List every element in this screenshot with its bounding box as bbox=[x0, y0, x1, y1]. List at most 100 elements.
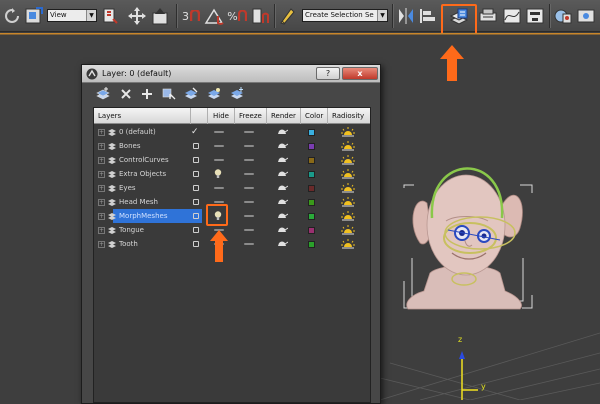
hide-toggle[interactable] bbox=[214, 139, 224, 153]
select-and-move-icon[interactable] bbox=[127, 6, 147, 26]
active-layer-checkmark[interactable]: ✓ bbox=[191, 125, 199, 139]
layer-name[interactable]: MorphMeshes bbox=[119, 209, 167, 223]
dialog-titlebar[interactable]: Layer: 0 (default) ? x bbox=[82, 65, 380, 83]
layer-name[interactable]: Tooth bbox=[119, 237, 138, 251]
freeze-toggle[interactable] bbox=[244, 125, 254, 139]
freeze-toggle[interactable] bbox=[244, 139, 254, 153]
hide-lightbulb-icon[interactable] bbox=[214, 167, 222, 181]
render-teapot-icon[interactable] bbox=[277, 223, 288, 237]
layer-name[interactable]: Tongue bbox=[119, 223, 144, 237]
layer-row[interactable]: + Tongue bbox=[94, 223, 370, 237]
layer-name[interactable]: Extra Objects bbox=[119, 167, 166, 181]
layer-name[interactable]: Bones bbox=[119, 139, 140, 153]
hide-toggle[interactable] bbox=[214, 153, 224, 167]
layer-row[interactable]: + Bones bbox=[94, 139, 370, 153]
schematic-view-icon[interactable] bbox=[525, 6, 545, 26]
layer-row[interactable]: + Tooth bbox=[94, 237, 370, 251]
active-layer-checkbox[interactable] bbox=[193, 143, 199, 149]
select-objects-in-layer-icon[interactable] bbox=[162, 87, 176, 101]
active-layer-checkbox[interactable] bbox=[193, 199, 199, 205]
render-teapot-icon[interactable] bbox=[277, 209, 288, 223]
radiosity-sun-icon[interactable] bbox=[341, 209, 355, 223]
render-teapot-icon[interactable] bbox=[277, 195, 288, 209]
snaps-toggle-icon[interactable]: 3 bbox=[180, 6, 202, 26]
layer-color-swatch[interactable] bbox=[308, 198, 315, 206]
render-teapot-icon[interactable] bbox=[277, 153, 288, 167]
layer-color-swatch[interactable] bbox=[308, 170, 315, 178]
freeze-toggle[interactable] bbox=[244, 195, 254, 209]
layer-row[interactable]: + Head Mesh bbox=[94, 195, 370, 209]
active-layer-checkbox[interactable] bbox=[193, 185, 199, 191]
freeze-toggle[interactable] bbox=[244, 153, 254, 167]
render-frame-icon[interactable] bbox=[576, 6, 596, 26]
column-header-freeze[interactable]: Freeze bbox=[234, 108, 262, 124]
expand-toggle[interactable]: + bbox=[98, 128, 105, 136]
align-icon[interactable] bbox=[418, 6, 438, 26]
close-button[interactable]: x bbox=[342, 67, 378, 80]
render-teapot-icon[interactable] bbox=[277, 237, 288, 251]
layer-color-swatch[interactable] bbox=[308, 212, 315, 220]
radiosity-sun-icon[interactable] bbox=[341, 153, 355, 167]
layer-row[interactable]: + ControlCurves bbox=[94, 153, 370, 167]
layer-name[interactable]: 0 (default) bbox=[119, 125, 156, 139]
hide-toggle[interactable] bbox=[214, 181, 224, 195]
layer-row[interactable]: + Eyes bbox=[94, 181, 370, 195]
freeze-toggle[interactable] bbox=[244, 181, 254, 195]
percent-snap-icon[interactable]: % bbox=[226, 6, 248, 26]
freeze-toggle[interactable] bbox=[244, 167, 254, 181]
layer-color-swatch[interactable] bbox=[308, 128, 315, 136]
layer-color-swatch[interactable] bbox=[308, 226, 315, 234]
radiosity-sun-icon[interactable] bbox=[341, 167, 355, 181]
column-header-radiosity[interactable]: Radiosity bbox=[327, 108, 364, 124]
layer-name[interactable]: ControlCurves bbox=[119, 153, 169, 167]
radiosity-sun-icon[interactable] bbox=[341, 139, 355, 153]
layer-row[interactable]: + 0 (default) ✓ bbox=[94, 125, 370, 139]
expand-toggle[interactable]: + bbox=[98, 142, 105, 150]
layer-color-swatch[interactable] bbox=[308, 184, 315, 192]
expand-toggle[interactable]: + bbox=[98, 184, 105, 192]
column-header-layers[interactable]: Layers bbox=[98, 108, 121, 124]
radiosity-sun-icon[interactable] bbox=[341, 237, 355, 251]
create-new-layer-icon[interactable] bbox=[96, 87, 110, 101]
radiosity-sun-icon[interactable] bbox=[341, 195, 355, 209]
named-selection-sets-dropdown[interactable]: Create Selection Se ▼ bbox=[302, 9, 388, 22]
expand-toggle[interactable]: + bbox=[98, 226, 105, 234]
column-header-hide[interactable]: Hide bbox=[207, 108, 229, 124]
active-layer-checkbox[interactable] bbox=[193, 171, 199, 177]
angle-snap-icon[interactable] bbox=[203, 6, 225, 26]
active-layer-checkbox[interactable] bbox=[193, 241, 199, 247]
active-layer-checkbox[interactable] bbox=[193, 213, 199, 219]
use-pivot-center-icon[interactable] bbox=[100, 6, 120, 26]
curve-editor-icon[interactable] bbox=[502, 6, 522, 26]
render-teapot-icon[interactable] bbox=[277, 139, 288, 153]
expand-toggle[interactable]: + bbox=[98, 212, 105, 220]
select-and-manipulate-icon[interactable] bbox=[150, 6, 170, 26]
radiosity-sun-icon[interactable] bbox=[341, 181, 355, 195]
layer-color-swatch[interactable] bbox=[308, 142, 315, 150]
freeze-toggle[interactable] bbox=[244, 237, 254, 251]
expand-toggle[interactable]: + bbox=[98, 170, 105, 178]
column-header-render[interactable]: Render bbox=[266, 108, 296, 124]
hide-unhide-all-icon[interactable] bbox=[207, 87, 221, 101]
help-button[interactable]: ? bbox=[316, 67, 340, 80]
edit-named-selection-icon[interactable] bbox=[278, 6, 298, 26]
render-setup-icon[interactable] bbox=[478, 6, 498, 26]
reference-coordinate-dropdown[interactable]: View ▼ bbox=[47, 9, 97, 22]
layer-name[interactable]: Eyes bbox=[119, 181, 136, 195]
radiosity-sun-icon[interactable] bbox=[341, 125, 355, 139]
layer-color-swatch[interactable] bbox=[308, 240, 315, 248]
expand-toggle[interactable]: + bbox=[98, 240, 105, 248]
active-layer-checkbox[interactable] bbox=[193, 157, 199, 163]
material-editor-icon[interactable] bbox=[553, 6, 573, 26]
active-layer-checkbox[interactable] bbox=[193, 227, 199, 233]
render-teapot-icon[interactable] bbox=[277, 125, 288, 139]
render-teapot-icon[interactable] bbox=[277, 167, 288, 181]
expand-toggle[interactable]: + bbox=[98, 156, 105, 164]
highlight-selected-layer-icon[interactable] bbox=[184, 87, 198, 101]
freeze-unfreeze-all-icon[interactable] bbox=[230, 87, 244, 101]
layer-color-swatch[interactable] bbox=[308, 156, 315, 164]
radiosity-sun-icon[interactable] bbox=[341, 223, 355, 237]
mirror-icon[interactable] bbox=[396, 6, 416, 26]
delete-layer-icon[interactable] bbox=[119, 87, 133, 101]
render-teapot-icon[interactable] bbox=[277, 181, 288, 195]
